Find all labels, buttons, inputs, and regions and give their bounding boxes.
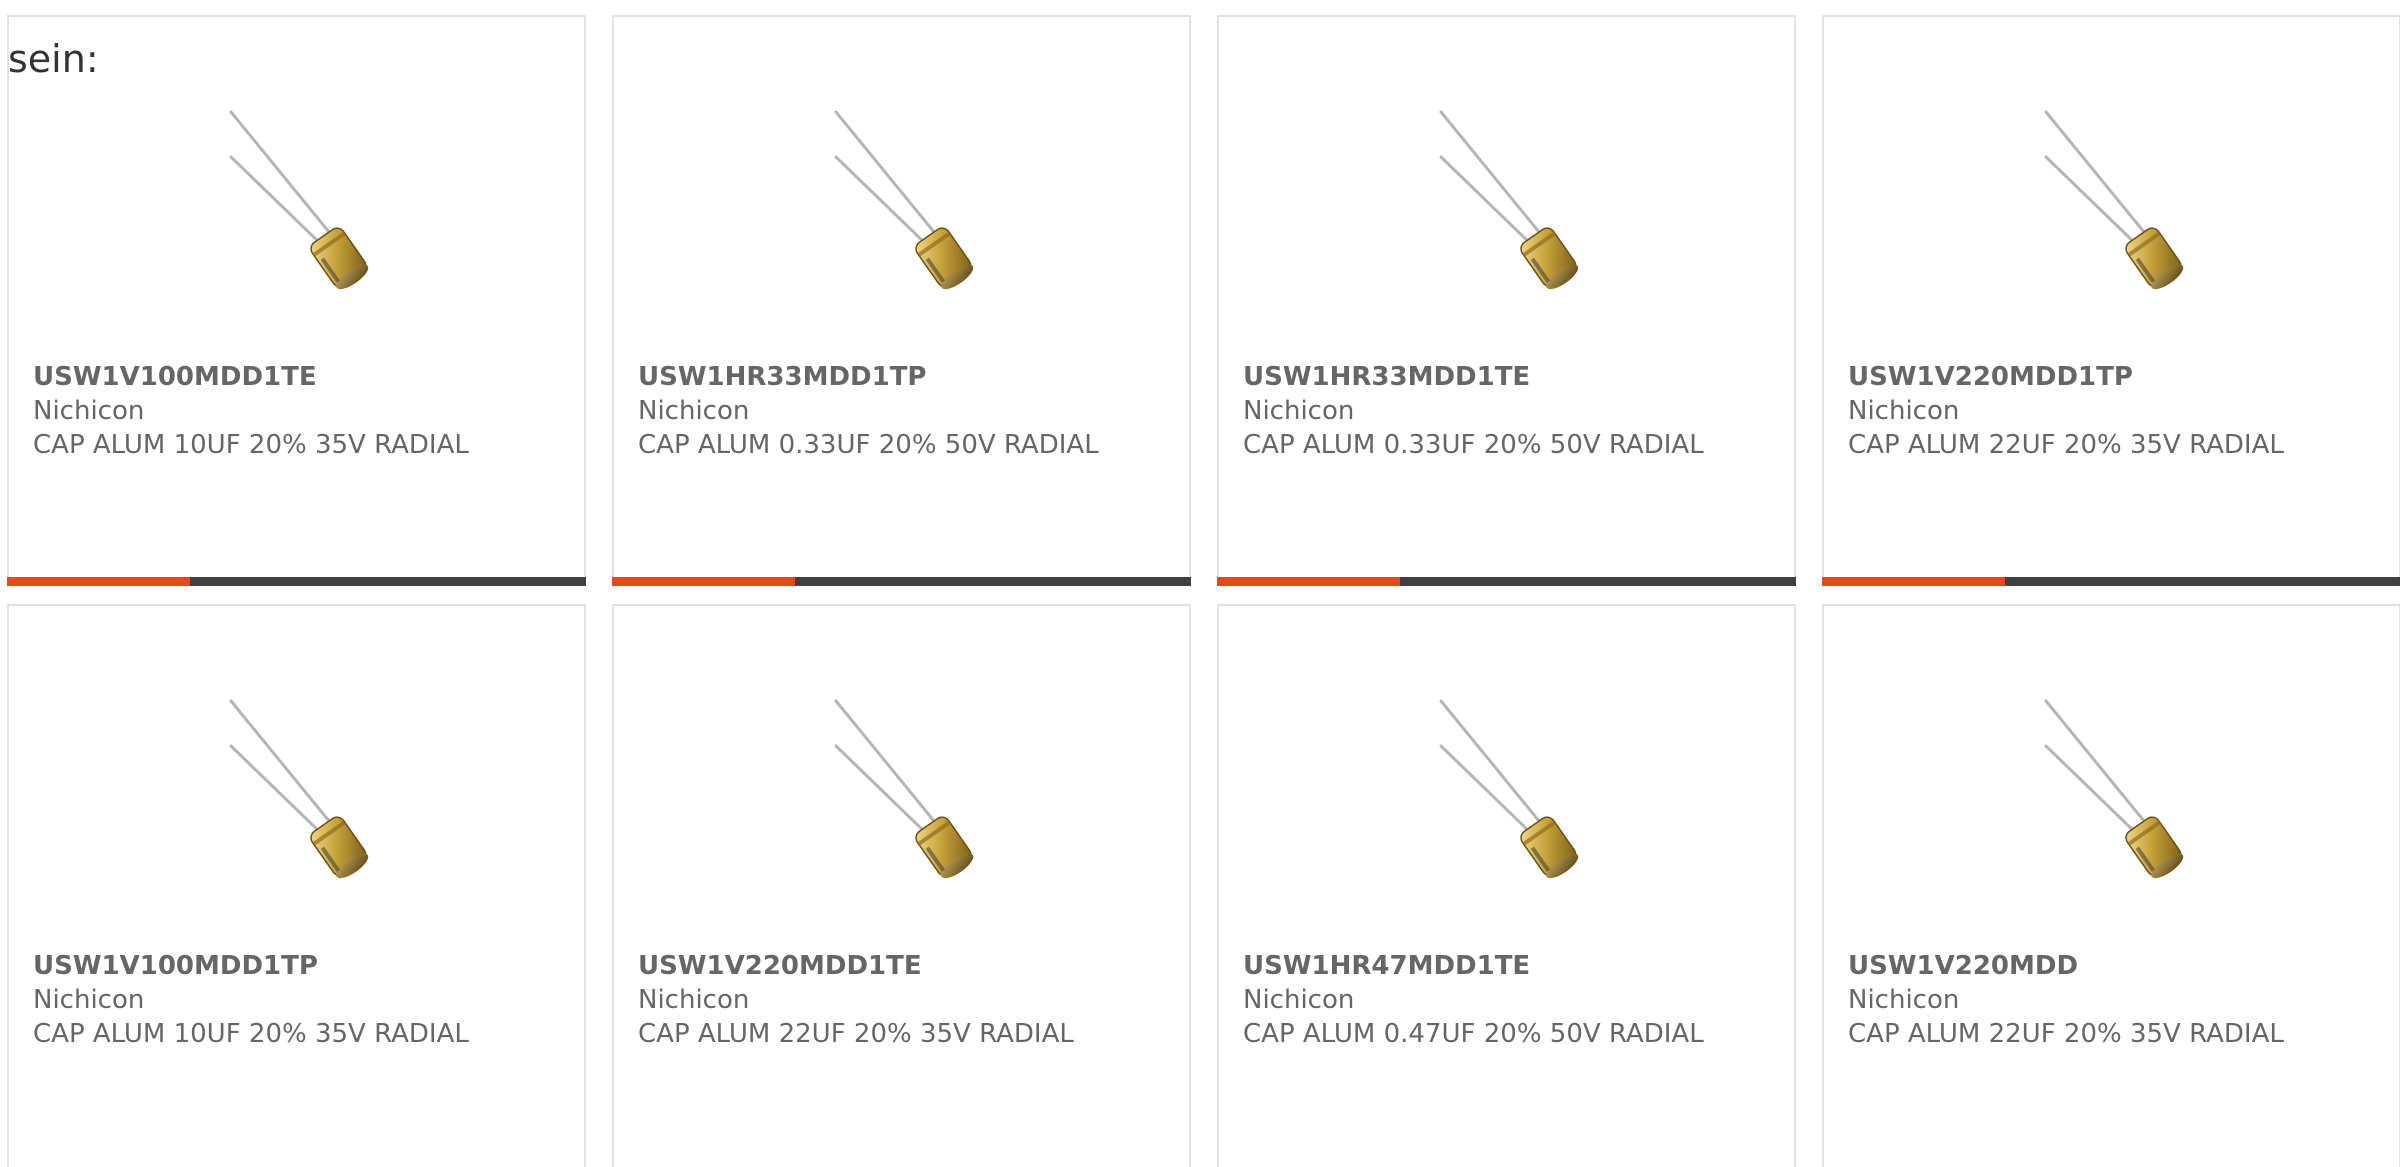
card-accent-bar: [7, 577, 190, 586]
product-description: CAP ALUM 22UF 20% 35V RADIAL: [1848, 1019, 2284, 1049]
product-info: USW1HR47MDD1TE Nichicon CAP ALUM 0.47UF …: [1243, 949, 1784, 1051]
product-description: CAP ALUM 0.47UF 20% 50V RADIAL: [1243, 1019, 1704, 1049]
card-accent-bar: [1822, 577, 2005, 586]
product-card[interactable]: USW1V100MDD1TE Nichicon CAP ALUM 10UF 20…: [7, 15, 586, 586]
card-bottom-bar: [1822, 577, 2400, 586]
manufacturer: Nichicon: [638, 396, 750, 426]
card-accent-bar: [612, 577, 795, 586]
part-number[interactable]: USW1HR33MDD1TE: [1243, 360, 1784, 394]
product-grid: USW1V100MDD1TE Nichicon CAP ALUM 10UF 20…: [7, 15, 2400, 1167]
capacitor-icon: [1419, 681, 1609, 881]
product-description: CAP ALUM 10UF 20% 35V RADIAL: [33, 430, 469, 460]
product-info: USW1HR33MDD1TE Nichicon CAP ALUM 0.33UF …: [1243, 360, 1784, 462]
card-accent-bar: [1217, 577, 1400, 586]
product-description: CAP ALUM 0.33UF 20% 50V RADIAL: [638, 430, 1099, 460]
intro-text: sein:: [8, 37, 99, 81]
product-info: USW1V220MDD1TE Nichicon CAP ALUM 22UF 20…: [638, 949, 1179, 1051]
manufacturer: Nichicon: [1243, 985, 1355, 1015]
manufacturer: Nichicon: [1243, 396, 1355, 426]
product-card[interactable]: USW1V220MDD Nichicon CAP ALUM 22UF 20% 3…: [1822, 604, 2400, 1167]
part-number[interactable]: USW1HR33MDD1TP: [638, 360, 1179, 394]
part-number[interactable]: USW1V220MDD: [1848, 949, 2389, 983]
product-info: USW1V220MDD1TP Nichicon CAP ALUM 22UF 20…: [1848, 360, 2389, 462]
product-card[interactable]: USW1V100MDD1TP Nichicon CAP ALUM 10UF 20…: [7, 604, 586, 1167]
manufacturer: Nichicon: [33, 396, 145, 426]
product-card[interactable]: USW1HR33MDD1TE Nichicon CAP ALUM 0.33UF …: [1217, 15, 1796, 586]
capacitor-icon: [209, 92, 399, 292]
manufacturer: Nichicon: [638, 985, 750, 1015]
card-bottom-bar: [612, 577, 1191, 586]
part-number[interactable]: USW1V220MDD1TP: [1848, 360, 2389, 394]
product-description: CAP ALUM 10UF 20% 35V RADIAL: [33, 1019, 469, 1049]
manufacturer: Nichicon: [33, 985, 145, 1015]
product-info: USW1V100MDD1TE Nichicon CAP ALUM 10UF 20…: [33, 360, 574, 462]
part-number[interactable]: USW1HR47MDD1TE: [1243, 949, 1784, 983]
manufacturer: Nichicon: [1848, 985, 1960, 1015]
product-description: CAP ALUM 22UF 20% 35V RADIAL: [1848, 430, 2284, 460]
card-bottom-bar: [1217, 577, 1796, 586]
capacitor-icon: [2024, 92, 2214, 292]
product-card[interactable]: USW1V220MDD1TP Nichicon CAP ALUM 22UF 20…: [1822, 15, 2400, 586]
capacitor-icon: [2024, 681, 2214, 881]
product-info: USW1V100MDD1TP Nichicon CAP ALUM 10UF 20…: [33, 949, 574, 1051]
product-description: CAP ALUM 22UF 20% 35V RADIAL: [638, 1019, 1074, 1049]
capacitor-icon: [1419, 92, 1609, 292]
product-description: CAP ALUM 0.33UF 20% 50V RADIAL: [1243, 430, 1704, 460]
capacitor-icon: [814, 92, 1004, 292]
capacitor-icon: [209, 681, 399, 881]
product-card[interactable]: USW1HR47MDD1TE Nichicon CAP ALUM 0.47UF …: [1217, 604, 1796, 1167]
product-card[interactable]: USW1HR33MDD1TP Nichicon CAP ALUM 0.33UF …: [612, 15, 1191, 586]
page: USW1V100MDD1TE Nichicon CAP ALUM 10UF 20…: [0, 0, 2400, 1167]
product-info: USW1V220MDD Nichicon CAP ALUM 22UF 20% 3…: [1848, 949, 2389, 1051]
part-number[interactable]: USW1V220MDD1TE: [638, 949, 1179, 983]
part-number[interactable]: USW1V100MDD1TE: [33, 360, 574, 394]
manufacturer: Nichicon: [1848, 396, 1960, 426]
part-number[interactable]: USW1V100MDD1TP: [33, 949, 574, 983]
card-bottom-bar: [7, 577, 586, 586]
product-info: USW1HR33MDD1TP Nichicon CAP ALUM 0.33UF …: [638, 360, 1179, 462]
product-card[interactable]: USW1V220MDD1TE Nichicon CAP ALUM 22UF 20…: [612, 604, 1191, 1167]
capacitor-icon: [814, 681, 1004, 881]
